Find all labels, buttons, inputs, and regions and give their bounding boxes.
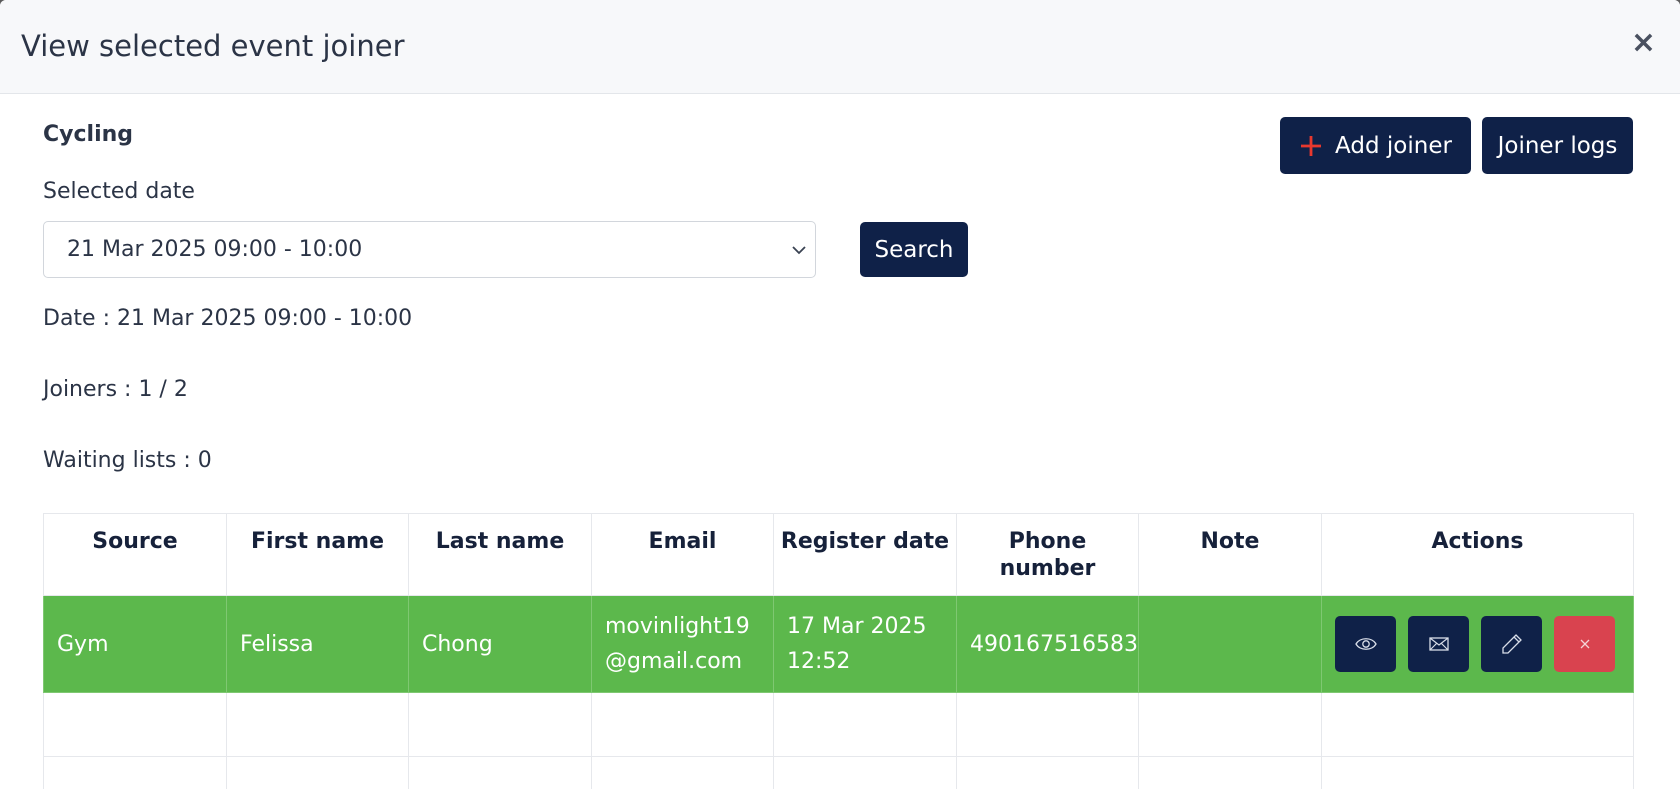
empty-cell [226,692,409,757]
empty-cell [956,756,1139,789]
pencil-icon [1501,634,1522,654]
empty-cell [226,756,409,789]
add-joiner-button[interactable]: Add joiner [1280,117,1471,174]
joiners-table: Source First name Last name Email Regist… [43,513,1634,789]
event-name: Cycling [43,122,134,147]
row-actions [1335,616,1620,672]
close-button[interactable]: × [1631,28,1656,58]
close-icon [1580,639,1589,649]
cell-email: movinlight19@gmail.com [591,595,774,693]
col-register-date: Register date [773,513,957,596]
empty-cell [591,692,774,757]
table-row-empty [43,692,1634,757]
cell-actions [1321,595,1634,693]
info-joiners: Joiners : 1 / 2 [43,377,188,402]
email-button[interactable] [1408,616,1469,672]
empty-cell [408,692,592,757]
empty-cell [43,692,227,757]
joiner-logs-button[interactable]: Joiner logs [1482,117,1633,174]
modal-header: View selected event joiner × [0,0,1680,94]
empty-cell [591,756,774,789]
info-date: Date : 21 Mar 2025 09:00 - 10:00 [43,306,413,331]
view-button[interactable] [1335,616,1396,672]
eye-icon [1354,638,1377,650]
cell-source: Gym [43,595,227,693]
edit-button[interactable] [1481,616,1542,672]
mail-icon [1428,637,1449,651]
event-joiner-modal: View selected event joiner × Cycling Sel… [0,0,1680,789]
empty-cell [1138,756,1322,789]
chevron-down-icon [792,246,806,255]
col-source: Source [43,513,227,596]
search-button[interactable]: Search [860,222,968,277]
col-first-name: First name [226,513,409,596]
cell-register-date: 17 Mar 2025 12:52 [773,595,957,693]
cell-note [1138,595,1322,693]
col-email: Email [591,513,774,596]
date-select[interactable]: 21 Mar 2025 09:00 - 10:00 [43,221,816,278]
table-row: Gym Felissa Chong movinlight19@gmail.com… [43,595,1634,693]
info-waiting: Waiting lists : 0 [43,448,212,473]
empty-cell [1321,692,1634,757]
col-note: Note [1138,513,1322,596]
table-header-row: Source First name Last name Email Regist… [43,513,1634,596]
col-actions: Actions [1321,513,1634,596]
delete-button[interactable] [1554,616,1615,672]
empty-cell [408,756,592,789]
empty-cell [773,692,957,757]
plus-icon [1301,135,1322,156]
table-row-empty [43,756,1634,789]
empty-cell [956,692,1139,757]
col-phone-number: Phone number [956,513,1139,596]
empty-cell [1138,692,1322,757]
date-select-value: 21 Mar 2025 09:00 - 10:00 [67,237,363,262]
empty-cell [43,756,227,789]
add-joiner-label: Add joiner [1335,132,1452,159]
cell-phone: 490167516583 [956,595,1139,693]
selected-date-label: Selected date [43,179,195,204]
empty-cell [1321,756,1634,789]
col-last-name: Last name [408,513,592,596]
modal-title: View selected event joiner [21,29,405,63]
cell-first-name: Felissa [226,595,409,693]
cell-last-name: Chong [408,595,592,693]
empty-cell [773,756,957,789]
